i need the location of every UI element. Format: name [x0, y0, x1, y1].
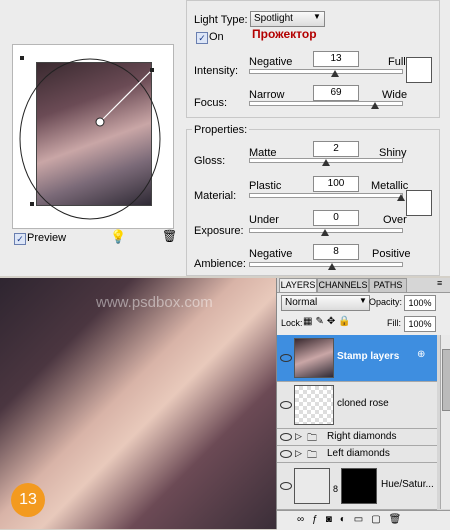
ambience-min: Negative	[249, 248, 293, 260]
adjustment-icon	[294, 468, 330, 504]
intensity-min: Negative	[249, 56, 293, 68]
panel-menu-icon[interactable]: ≡	[437, 278, 442, 288]
light-bulb-icon[interactable]: 💡	[110, 229, 126, 245]
eye-icon[interactable]	[280, 401, 292, 409]
properties-label: Properties:	[192, 124, 250, 136]
focus-thumb[interactable]	[371, 102, 379, 109]
lock-label: Lock:	[281, 318, 303, 328]
light-ellipse[interactable]	[12, 44, 174, 229]
gloss-label: Gloss:	[194, 155, 226, 167]
intensity-slider[interactable]	[249, 69, 403, 74]
ambience-slider[interactable]	[249, 262, 403, 267]
opacity-label: Opacity:	[369, 297, 403, 307]
on-checkbox[interactable]: ✓	[196, 32, 208, 44]
intensity-max: Full	[388, 56, 406, 68]
exposure-input[interactable]: 0	[313, 210, 359, 226]
light-color-swatch[interactable]	[406, 57, 432, 83]
exposure-min: Under	[249, 214, 279, 226]
layers-panel: LAYERS CHANNELS PATHS ≡ Normal ▼ Opacity…	[276, 278, 450, 530]
layer-name: Right diamonds	[327, 431, 397, 442]
annotation-text: Прожектор	[252, 27, 317, 41]
ambience-label: Ambience:	[194, 258, 246, 270]
lighting-effects-dialog: ✓ Preview 💡 🗑 Light Type: Spotlight ▼ ✓ …	[0, 0, 450, 276]
material-max: Metallic	[371, 180, 409, 192]
focus-max: Wide	[382, 89, 408, 101]
ambience-input[interactable]: 8	[313, 244, 359, 260]
layer-name: Hue/Satur...	[381, 479, 434, 490]
ambience-thumb[interactable]	[328, 263, 336, 270]
focus-label: Focus:	[194, 97, 228, 109]
layers-footer: ∞ƒ◙◐▭▢🗑	[277, 510, 450, 530]
layer-row-hue-saturation[interactable]: 8 Hue/Satur...	[277, 463, 437, 510]
gloss-input[interactable]: 2	[313, 141, 359, 157]
preview-label: Preview	[27, 232, 67, 244]
material-thumb[interactable]	[397, 194, 405, 201]
chevron-down-icon: ▼	[313, 12, 321, 21]
triangle-right-icon[interactable]: ▷	[295, 448, 302, 459]
intensity-thumb[interactable]	[331, 70, 339, 77]
ambient-color-swatch[interactable]	[406, 190, 432, 216]
blend-mode-select[interactable]: Normal	[281, 295, 370, 311]
scrollbar-thumb[interactable]	[442, 349, 450, 411]
layer-row-left-diamonds[interactable]: ▷ 🗀 Left diamonds	[277, 446, 437, 463]
layer-name: Left diamonds	[327, 448, 390, 459]
layer-actions-icon[interactable]: ∞ƒ◙◐▭▢🗑	[297, 514, 409, 525]
gloss-thumb[interactable]	[322, 159, 330, 166]
preview-checkbox[interactable]: ✓	[14, 233, 26, 245]
layer-thumbnail	[294, 385, 334, 425]
watermark-text: www.psdbox.com	[96, 294, 213, 311]
lock-options-icon[interactable]: ▦✎✥🔒	[303, 316, 354, 327]
light-type-label: Light Type:	[194, 14, 248, 26]
layer-mask-thumbnail	[341, 468, 377, 504]
material-min: Plastic	[249, 180, 282, 192]
focus-input[interactable]: 69	[313, 85, 359, 101]
material-input[interactable]: 100	[313, 176, 359, 192]
intensity-label: Intensity:	[194, 65, 239, 77]
material-label: Material:	[194, 190, 237, 202]
exposure-label: Exposure:	[194, 225, 244, 237]
material-slider[interactable]	[249, 193, 403, 198]
smart-object-icon: ⊕	[417, 349, 426, 360]
exposure-max: Over	[383, 214, 407, 226]
fill-label: Fill:	[387, 318, 401, 328]
on-label: On	[209, 31, 224, 43]
intensity-input[interactable]: 13	[313, 51, 359, 67]
layer-name: cloned rose	[337, 398, 389, 409]
tab-paths[interactable]: PATHS	[369, 278, 407, 292]
focus-slider[interactable]	[249, 101, 403, 106]
layers-scrollbar[interactable]	[440, 335, 450, 509]
step-badge: 13	[11, 483, 45, 517]
opacity-input[interactable]: 100%	[404, 295, 436, 311]
layer-thumbnail	[294, 338, 334, 378]
layer-row-stamp[interactable]: Stamp layers ⊕	[277, 335, 437, 382]
ambience-max: Positive	[372, 248, 411, 260]
tab-layers[interactable]: LAYERS	[279, 278, 317, 292]
eye-icon[interactable]	[280, 482, 292, 490]
eye-icon[interactable]	[280, 433, 292, 441]
eye-icon[interactable]	[280, 450, 292, 458]
focus-min: Narrow	[249, 89, 285, 101]
eye-icon[interactable]	[280, 354, 292, 362]
chevron-down-icon: ▼	[359, 296, 367, 305]
layer-row-cloned-rose[interactable]: cloned rose	[277, 382, 437, 429]
triangle-right-icon[interactable]: ▷	[295, 431, 302, 442]
exposure-thumb[interactable]	[321, 229, 329, 236]
link-icon: 8	[333, 484, 339, 494]
layer-name: Stamp layers	[337, 351, 400, 362]
layer-row-right-diamonds[interactable]: ▷ 🗀 Right diamonds	[277, 429, 437, 446]
trash-icon[interactable]: 🗑	[162, 229, 177, 243]
tab-channels[interactable]: CHANNELS	[317, 278, 369, 292]
fill-input[interactable]: 100%	[404, 316, 436, 332]
